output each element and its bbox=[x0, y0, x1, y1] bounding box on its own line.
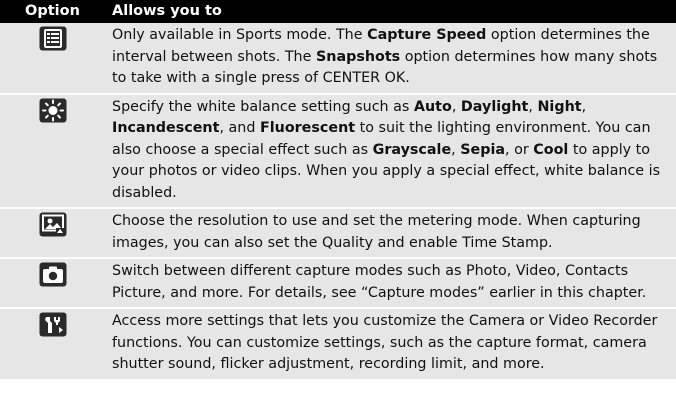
options-table: Option Allows you to Only available in S… bbox=[0, 0, 676, 381]
description-text: Access more settings that lets you custo… bbox=[112, 313, 658, 372]
option-icon-cell bbox=[0, 258, 105, 309]
camera-mode-icon bbox=[39, 262, 67, 291]
description-text: Choose the resolution to use and set the… bbox=[112, 213, 641, 251]
bold-term: Auto bbox=[413, 98, 452, 115]
table-row: Access more settings that lets you custo… bbox=[0, 308, 676, 381]
description-text: , bbox=[451, 98, 461, 115]
table-row: Switch between different capture modes s… bbox=[0, 258, 676, 309]
table-row: Choose the resolution to use and set the… bbox=[0, 208, 676, 259]
description-text: Switch between different capture modes s… bbox=[112, 263, 647, 301]
table-row: Only available in Sports mode. The Captu… bbox=[0, 23, 676, 95]
option-description: Choose the resolution to use and set the… bbox=[105, 208, 676, 259]
option-icon-cell bbox=[0, 23, 105, 95]
bold-term: Snapshots bbox=[315, 48, 401, 65]
bold-term: Fluorescent bbox=[259, 120, 356, 136]
bold-term: Sepia bbox=[460, 141, 506, 158]
description-text: Specify the white balance setting such a… bbox=[112, 98, 414, 115]
resolution-settings-icon bbox=[39, 212, 67, 241]
description-text: , bbox=[451, 141, 461, 158]
option-icon-cell bbox=[0, 93, 105, 209]
bold-term: Night bbox=[537, 98, 582, 115]
options-list-icon bbox=[39, 26, 67, 55]
header-allows: Allows you to bbox=[105, 0, 676, 23]
bold-term: Incandescent bbox=[112, 120, 220, 136]
option-description: Specify the white balance setting such a… bbox=[105, 93, 676, 209]
table-row: Specify the white balance setting such a… bbox=[0, 93, 676, 209]
description-text: , bbox=[581, 98, 587, 115]
bold-term: Daylight bbox=[460, 98, 529, 115]
option-description: Only available in Sports mode. The Captu… bbox=[105, 23, 676, 95]
white-balance-sun-icon bbox=[39, 98, 67, 127]
description-text: Only available in Sports mode. The bbox=[112, 27, 368, 43]
option-description: Switch between different capture modes s… bbox=[105, 258, 676, 309]
tools-settings-icon bbox=[39, 312, 67, 341]
header-option: Option bbox=[0, 0, 105, 23]
bold-term: Capture Speed bbox=[367, 27, 487, 43]
description-text: , or bbox=[505, 141, 534, 158]
bold-term: Cool bbox=[533, 141, 569, 158]
bold-term: Grayscale bbox=[372, 141, 452, 158]
option-icon-cell bbox=[0, 308, 105, 381]
description-text: , and bbox=[219, 120, 260, 136]
option-description: Access more settings that lets you custo… bbox=[105, 308, 676, 381]
option-icon-cell bbox=[0, 208, 105, 259]
table-header-row: Option Allows you to bbox=[0, 0, 676, 23]
